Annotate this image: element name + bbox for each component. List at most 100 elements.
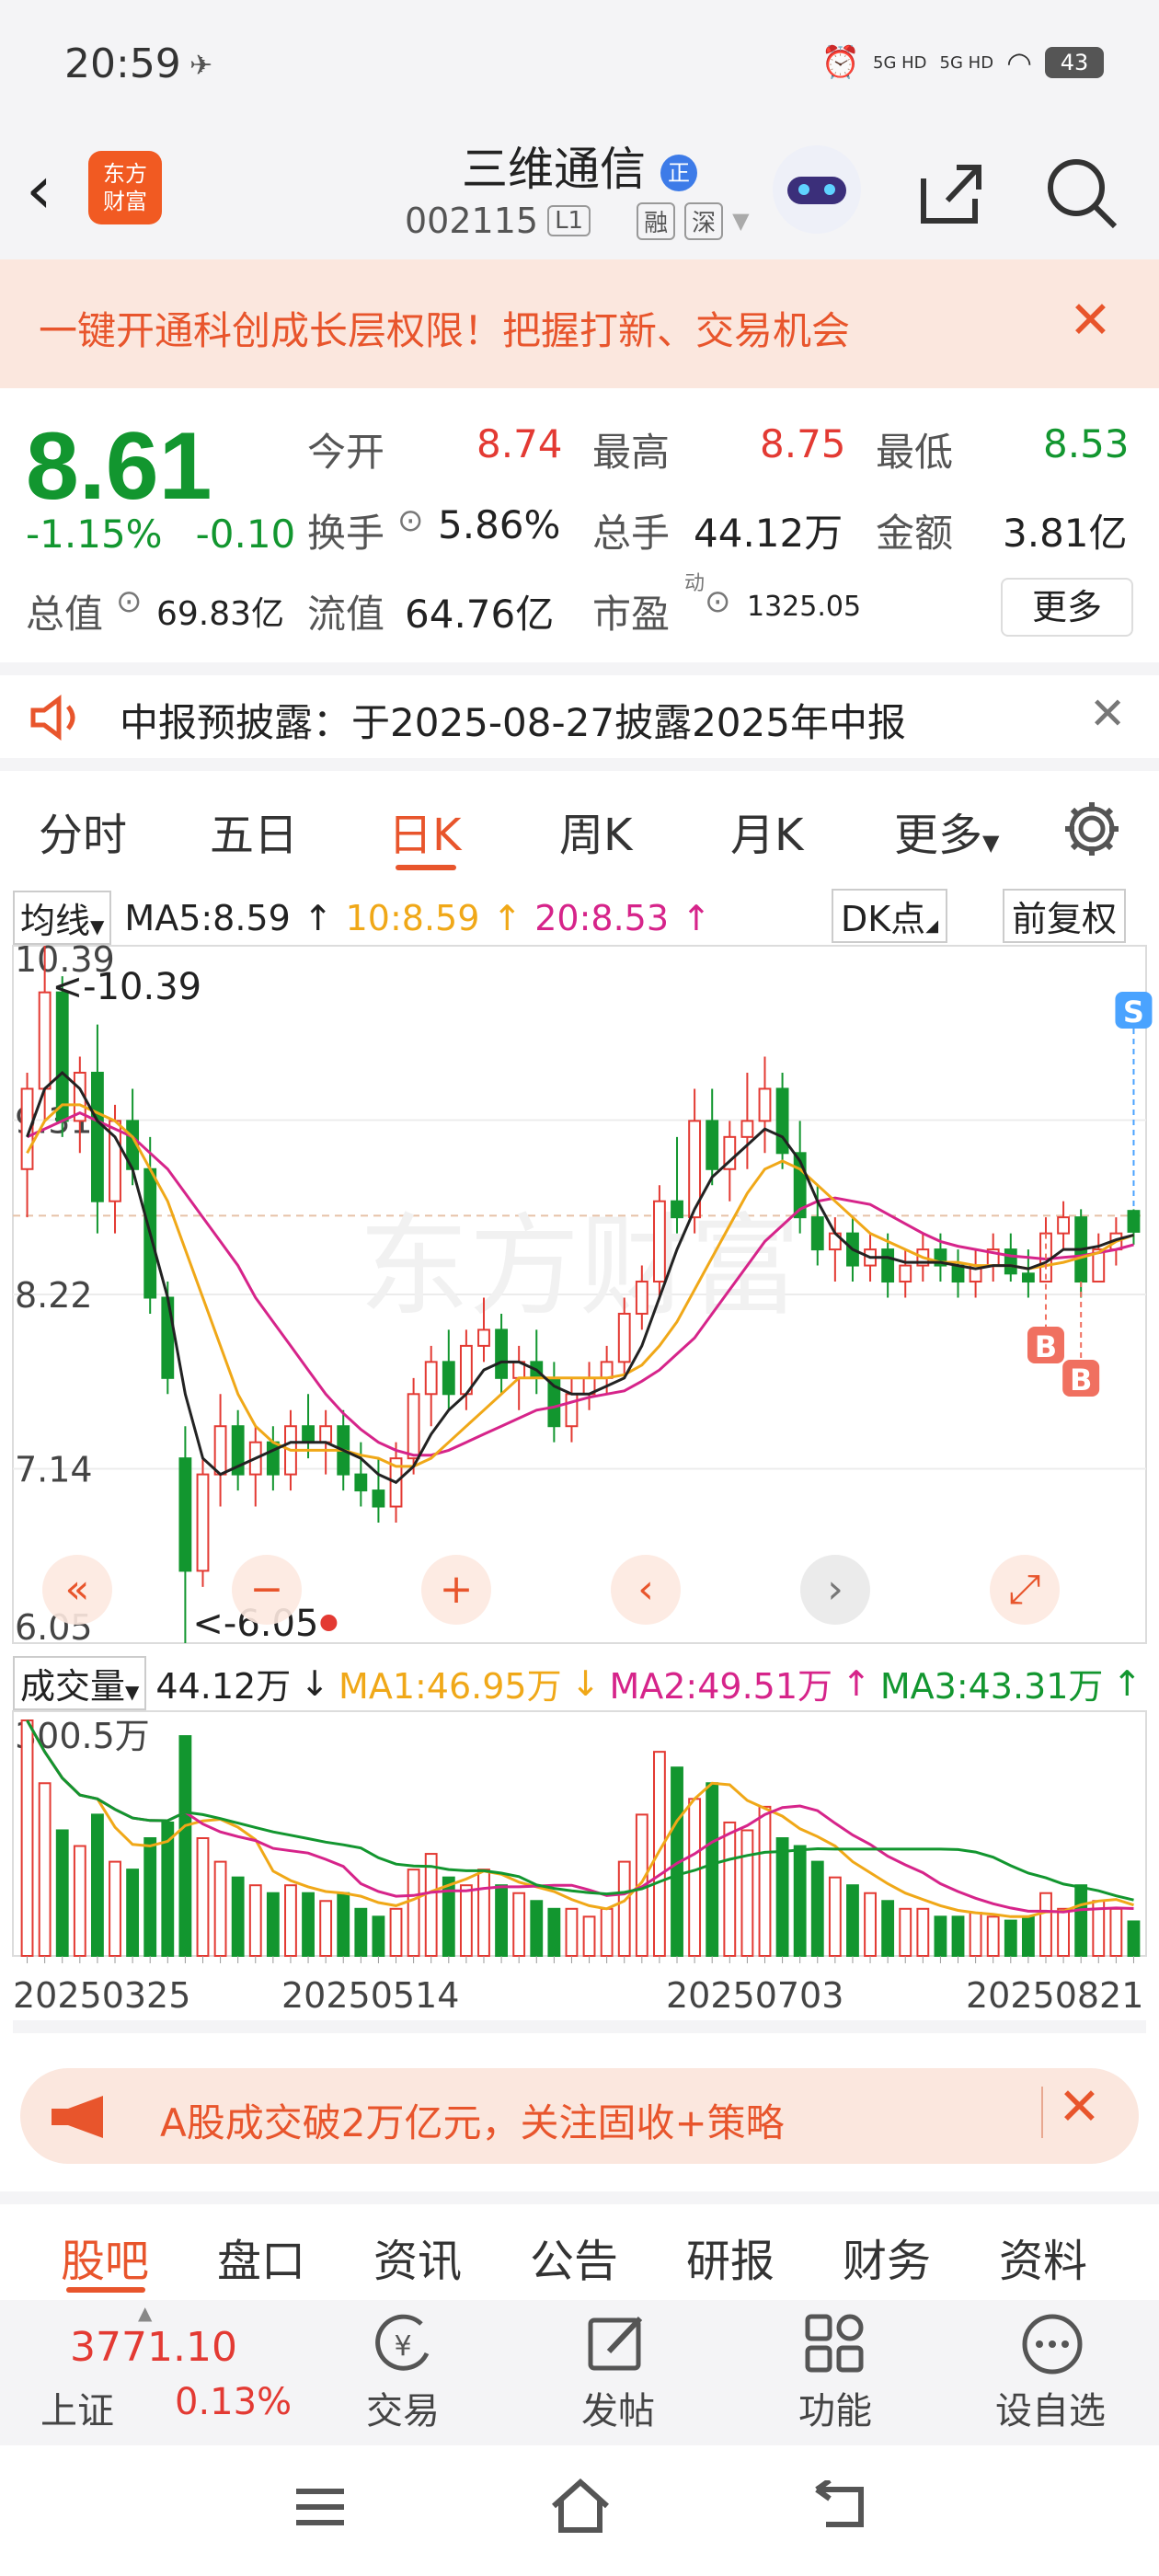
stock-header: ‹ 东方 财富 三维通信 正 002115 L1 融 深 ▼	[0, 129, 1159, 259]
arrow-down-icon: ↓	[570, 1662, 601, 1704]
tab-pankou[interactable]: 盘口	[217, 2225, 305, 2289]
volume-bar	[775, 1837, 789, 1957]
mcap-value: 69.83亿	[156, 595, 285, 633]
promo-text: 一键开通科创成长层权限！把握打新、交易机会	[39, 308, 851, 353]
dropdown-icon[interactable]: ▼	[732, 208, 749, 234]
volume-bar	[828, 1876, 842, 1957]
volume-bar	[512, 1892, 526, 1957]
functions-grid-icon[interactable]	[802, 2311, 868, 2377]
volume-bar	[407, 1869, 420, 1957]
volume-bar	[91, 1813, 104, 1958]
time-axis-label: 20250514	[281, 1975, 459, 2016]
tab-five-day[interactable]: 五日	[210, 799, 298, 863]
candle-body	[161, 1296, 175, 1379]
volume-bar	[38, 1782, 52, 1957]
svg-text:¥: ¥	[394, 2330, 411, 2363]
ad-text: A股成交破2万亿元，关注固收+策略	[160, 2100, 785, 2145]
info-icon[interactable]: ⊙	[705, 583, 731, 620]
close-icon[interactable]: ✕	[1089, 688, 1126, 740]
dropdown-icon: ▼	[125, 1681, 140, 1703]
pe-dynamic-mark: 动	[684, 572, 706, 595]
fullscreen-icon[interactable]: ⤢	[1008, 1566, 1040, 1613]
time-axis-label: 20250325	[13, 1975, 190, 2016]
volume-bar	[109, 1860, 121, 1957]
tab-monthly-k[interactable]: 月K	[730, 799, 803, 863]
volume-bar	[477, 1869, 490, 1957]
tab-more[interactable]: 更多▼	[894, 799, 999, 863]
ma-selector[interactable]: 均线▼	[13, 891, 112, 945]
tab-news[interactable]: 资讯	[373, 2225, 462, 2289]
volume-bar	[934, 1915, 947, 1958]
dock-post[interactable]: 发帖	[581, 2381, 655, 2434]
tab-finance[interactable]: 财务	[843, 2225, 931, 2289]
volume-bar	[864, 1892, 877, 1957]
candle-body	[617, 1312, 631, 1363]
content-tabs: 股吧 盘口 资讯 公告 研报 财务 资料	[0, 2191, 1159, 2300]
expand-up-icon[interactable]: ▲	[138, 2302, 152, 2324]
home-icon[interactable]	[548, 2477, 613, 2536]
candle-body	[1057, 1216, 1070, 1235]
system-navbar	[0, 2445, 1159, 2576]
change-row: -1.15% -0.10	[26, 512, 295, 557]
tab-research[interactable]: 研报	[686, 2225, 775, 2289]
ai-robot-icon[interactable]	[773, 145, 861, 234]
promo-banner[interactable]: 一键开通科创成长层权限！把握打新、交易机会 ✕	[0, 259, 1159, 388]
info-icon[interactable]: ⊙	[116, 583, 143, 620]
verified-badge-icon: 正	[660, 154, 697, 191]
volume-bar	[846, 1884, 859, 1957]
tab-announcements[interactable]: 公告	[530, 2225, 618, 2289]
k-line-chart[interactable]: 东方财富10.399.318.227.146.05<-10.39<-6.05BB…	[0, 881, 1159, 2052]
signal-icon-2: 5G HD	[939, 52, 994, 73]
index-value[interactable]: 3771.10	[70, 2324, 237, 2371]
candle-body	[372, 1489, 385, 1508]
volume-bar	[248, 1884, 262, 1957]
tab-weekly-k[interactable]: 周K	[559, 799, 632, 863]
menu-icon[interactable]	[293, 2484, 348, 2530]
status-time: 20:59	[64, 40, 181, 87]
candle-body	[740, 1120, 754, 1138]
time-axis-label: 20250821	[966, 1975, 1143, 2016]
dock-trade[interactable]: 交易	[366, 2381, 440, 2434]
double-left-icon[interactable]: «	[65, 1566, 90, 1613]
close-icon[interactable]: ✕	[1069, 291, 1112, 351]
dk-point-selector[interactable]: DK点◢	[832, 889, 948, 943]
volume-bar	[126, 1869, 140, 1957]
volume-bar	[337, 1892, 350, 1957]
volume-bar	[424, 1853, 438, 1957]
more-button[interactable]: 更多	[1001, 578, 1133, 637]
tab-intraday[interactable]: 分时	[39, 799, 127, 863]
ad-banner[interactable]: A股成交破2万亿元，关注固收+策略 ✕	[20, 2068, 1139, 2164]
volume-bar	[231, 1876, 245, 1957]
adjust-selector[interactable]: 前复权	[1003, 889, 1127, 943]
trade-yen-icon[interactable]: ¥	[366, 2311, 440, 2375]
volume-bar	[178, 1735, 192, 1957]
post-edit-icon[interactable]	[585, 2311, 651, 2377]
search-icon[interactable]	[1043, 155, 1122, 234]
info-icon[interactable]: ⊙	[397, 502, 424, 539]
dock-add-watchlist[interactable]: 设自选	[995, 2381, 1106, 2434]
dock-functions[interactable]: 功能	[798, 2381, 872, 2434]
volume-bar	[1057, 1907, 1070, 1958]
next-icon[interactable]: ›	[827, 1566, 843, 1613]
close-icon[interactable]: ✕	[1058, 2077, 1101, 2137]
volume-bar	[389, 1907, 403, 1958]
notice-text: 中报预披露：于2025-08-27披露2025年中报	[120, 700, 906, 745]
prev-icon[interactable]: ‹	[637, 1566, 654, 1613]
tab-guba[interactable]: 股吧	[61, 2225, 149, 2289]
zoom-out-icon[interactable]: −	[250, 1566, 284, 1613]
max-price-annotation: <-10.39	[52, 966, 201, 1008]
tab-daily-k[interactable]: 日K	[388, 799, 461, 863]
settings-gear-icon[interactable]	[1060, 797, 1124, 861]
back-nav-icon[interactable]	[809, 2480, 868, 2532]
arrow-up-icon: ↑	[682, 897, 711, 938]
volume-bar	[793, 1845, 807, 1957]
volume-selector[interactable]: 成交量▼	[13, 1656, 147, 1710]
volume-bar	[354, 1907, 368, 1958]
zoom-in-icon[interactable]: +	[440, 1566, 474, 1613]
turnover-value: 5.86%	[438, 502, 561, 547]
notice-bar[interactable]: 中报预披露：于2025-08-27披露2025年中报 ✕	[0, 662, 1159, 771]
add-watchlist-icon[interactable]	[1019, 2311, 1085, 2377]
share-icon[interactable]	[914, 156, 988, 230]
volume-bar	[442, 1876, 455, 1957]
tab-profile[interactable]: 资料	[999, 2225, 1087, 2289]
